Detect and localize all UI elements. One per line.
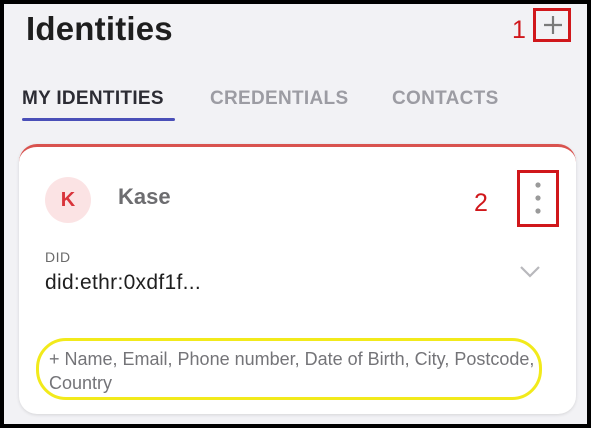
did-label: DID — [45, 249, 71, 265]
tab-contacts[interactable]: CONTACTS — [392, 88, 499, 110]
add-attributes-highlight[interactable]: + Name, Email, Phone number, Date of Bir… — [36, 338, 542, 400]
tab-my-identities[interactable]: MY IDENTITIES — [22, 88, 164, 110]
more-vertical-icon — [535, 182, 541, 214]
identity-name: Kase — [118, 184, 171, 209]
avatar-initial: K — [60, 188, 76, 211]
add-attributes-link[interactable]: + Name, Email, Phone number, Date of Bir… — [49, 347, 535, 395]
annotation-number-1: 1 — [512, 16, 526, 44]
avatar: K — [45, 177, 91, 223]
annotation-number-2: 2 — [474, 189, 488, 217]
app-screen: Identities 1 MY IDENTITIES CREDENTIALS C… — [4, 4, 587, 424]
active-tab-indicator — [22, 118, 175, 121]
identity-menu-button[interactable] — [517, 170, 559, 227]
page-title: Identities — [26, 10, 173, 47]
identity-card[interactable]: K Kase 2 DID did:ethr:0xdf1f... + Name, … — [19, 144, 576, 414]
chevron-down-icon[interactable] — [519, 265, 541, 279]
did-value: did:ethr:0xdf1f... — [45, 271, 201, 294]
tab-credentials[interactable]: CREDENTIALS — [210, 88, 348, 110]
plus-icon — [544, 16, 562, 34]
app-header: Identities 1 — [4, 4, 587, 54]
add-identity-button[interactable] — [533, 8, 571, 42]
